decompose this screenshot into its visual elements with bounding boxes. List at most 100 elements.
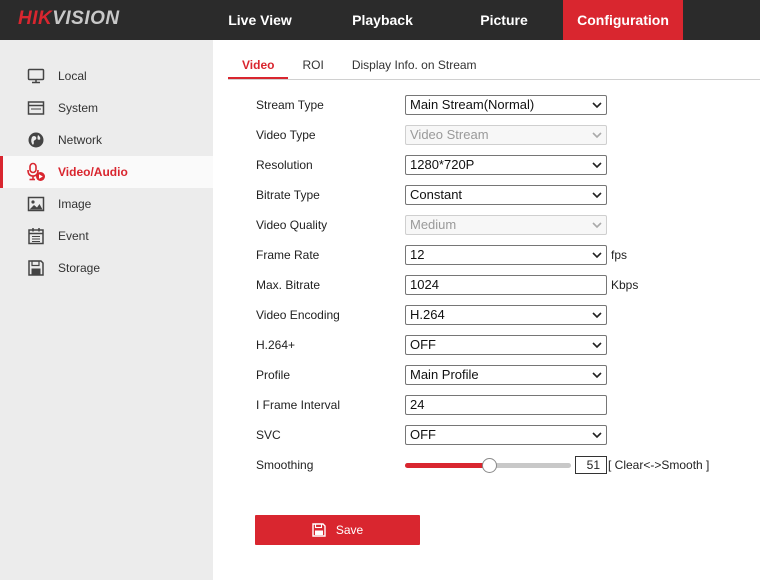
sidebar-item-image[interactable]: Image [0, 188, 213, 220]
video-type-row: Video Type Video Stream [256, 125, 736, 145]
sidebar-item-label: Local [58, 69, 87, 83]
nav-configuration[interactable]: Configuration [563, 0, 683, 40]
frame-rate-unit: fps [611, 248, 628, 262]
frame-rate-select[interactable]: 12 [405, 245, 607, 265]
top-bar: HIKVISION Live View Playback Picture Con… [0, 0, 760, 40]
chevron-down-icon [592, 432, 602, 439]
h264-plus-value: OFF [410, 337, 436, 352]
profile-label: Profile [256, 368, 291, 382]
frame-rate-row: Frame Rate 12 fps [256, 245, 736, 265]
chevron-down-icon [592, 252, 602, 259]
sidebar-item-label: Video/Audio [58, 165, 128, 179]
resolution-row: Resolution 1280*720P [256, 155, 736, 175]
nav-picture[interactable]: Picture [445, 0, 563, 40]
max-bitrate-value: 1024 [410, 277, 439, 292]
tab-roi[interactable]: ROI [288, 52, 337, 79]
resolution-label: Resolution [256, 158, 313, 172]
video-encoding-row: Video Encoding H.264 [256, 305, 736, 325]
bitrate-type-label: Bitrate Type [256, 188, 320, 202]
video-type-label: Video Type [256, 128, 316, 142]
chevron-down-icon [592, 372, 602, 379]
nav-playback[interactable]: Playback [320, 0, 445, 40]
svc-label: SVC [256, 428, 281, 442]
sidebar-item-video-audio[interactable]: Video/Audio [0, 156, 213, 188]
sidebar-item-label: System [58, 101, 99, 115]
svc-value: OFF [410, 427, 436, 442]
stream-type-label: Stream Type [256, 98, 324, 112]
stream-type-row: Stream Type Main Stream(Normal) [256, 95, 736, 115]
resolution-select[interactable]: 1280*720P [405, 155, 607, 175]
logo-part-vision: VISION [52, 8, 120, 29]
sidebar-item-label: Network [58, 133, 103, 147]
video-type-select: Video Stream [405, 125, 607, 145]
sidebar-item-system[interactable]: System [0, 92, 213, 124]
chevron-down-icon [592, 222, 602, 229]
i-frame-interval-input[interactable]: 24 [405, 395, 607, 415]
profile-value: Main Profile [410, 367, 479, 382]
sidebar-item-label: Event [58, 229, 89, 243]
save-button-label: Save [335, 523, 364, 537]
profile-select[interactable]: Main Profile [405, 365, 607, 385]
tab-video[interactable]: Video [228, 52, 289, 79]
max-bitrate-row: Max. Bitrate 1024 Kbps [256, 275, 736, 295]
sidebar-item-event[interactable]: Event [0, 220, 213, 252]
h264-plus-select[interactable]: OFF [405, 335, 607, 355]
hikvision-logo: HIKVISION [18, 8, 120, 30]
max-bitrate-label: Max. Bitrate [256, 278, 321, 292]
microphone-icon [26, 162, 46, 182]
nav-live-view[interactable]: Live View [200, 0, 320, 40]
monitor-icon [26, 66, 46, 86]
main-nav: Live View Playback Picture Configuration [200, 0, 683, 40]
smoothing-slider-fill [405, 463, 490, 468]
chevron-down-icon [592, 132, 602, 139]
i-frame-interval-label: I Frame Interval [256, 398, 341, 412]
floppy-icon [26, 258, 46, 278]
max-bitrate-unit: Kbps [611, 278, 639, 292]
system-icon [26, 98, 46, 118]
sidebar-item-label: Image [58, 197, 92, 211]
video-quality-label: Video Quality [256, 218, 328, 232]
bitrate-type-value: Constant [410, 187, 463, 202]
resolution-value: 1280*720P [410, 157, 475, 172]
bitrate-type-row: Bitrate Type Constant [256, 185, 736, 205]
video-encoding-select[interactable]: H.264 [405, 305, 607, 325]
sidebar-item-storage[interactable]: Storage [0, 252, 213, 284]
svc-row: SVC OFF [256, 425, 736, 445]
video-quality-value: Medium [410, 217, 457, 232]
sidebar-item-label: Storage [58, 261, 101, 275]
i-frame-interval-row: I Frame Interval 24 [256, 395, 736, 415]
video-encoding-value: H.264 [410, 307, 445, 322]
stream-type-select[interactable]: Main Stream(Normal) [405, 95, 607, 115]
smoothing-row: Smoothing 51 [ Clear<->Smooth ] [256, 455, 736, 475]
sidebar: Local System Network Video/Audio Image E… [0, 40, 213, 580]
chevron-down-icon [592, 162, 602, 169]
globe-icon [26, 130, 46, 150]
sidebar-item-local[interactable]: Local [0, 60, 213, 92]
sidebar-item-network[interactable]: Network [0, 124, 213, 156]
smoothing-slider-thumb[interactable] [482, 458, 497, 473]
i-frame-interval-value: 24 [410, 397, 425, 412]
bitrate-type-select[interactable]: Constant [405, 185, 607, 205]
save-button[interactable]: Save [255, 515, 420, 545]
video-type-value: Video Stream [410, 127, 489, 142]
floppy-icon [312, 523, 326, 537]
video-quality-select: Medium [405, 215, 607, 235]
chevron-down-icon [592, 312, 602, 319]
h264-plus-row: H.264+ OFF [256, 335, 736, 355]
smoothing-hint: [ Clear<->Smooth ] [608, 458, 710, 472]
image-icon [26, 194, 46, 214]
smoothing-value-input[interactable]: 51 [575, 456, 607, 474]
smoothing-label: Smoothing [256, 458, 314, 472]
video-encoding-label: Video Encoding [256, 308, 340, 322]
max-bitrate-input[interactable]: 1024 [405, 275, 607, 295]
config-tabs: Video ROI Display Info. on Stream [228, 52, 760, 80]
h264-plus-label: H.264+ [256, 338, 296, 352]
smoothing-slider[interactable] [405, 458, 571, 473]
tab-display-info-on-stream[interactable]: Display Info. on Stream [338, 52, 491, 79]
chevron-down-icon [592, 102, 602, 109]
profile-row: Profile Main Profile [256, 365, 736, 385]
frame-rate-label: Frame Rate [256, 248, 320, 262]
video-quality-row: Video Quality Medium [256, 215, 736, 235]
svc-select[interactable]: OFF [405, 425, 607, 445]
frame-rate-value: 12 [410, 247, 425, 262]
